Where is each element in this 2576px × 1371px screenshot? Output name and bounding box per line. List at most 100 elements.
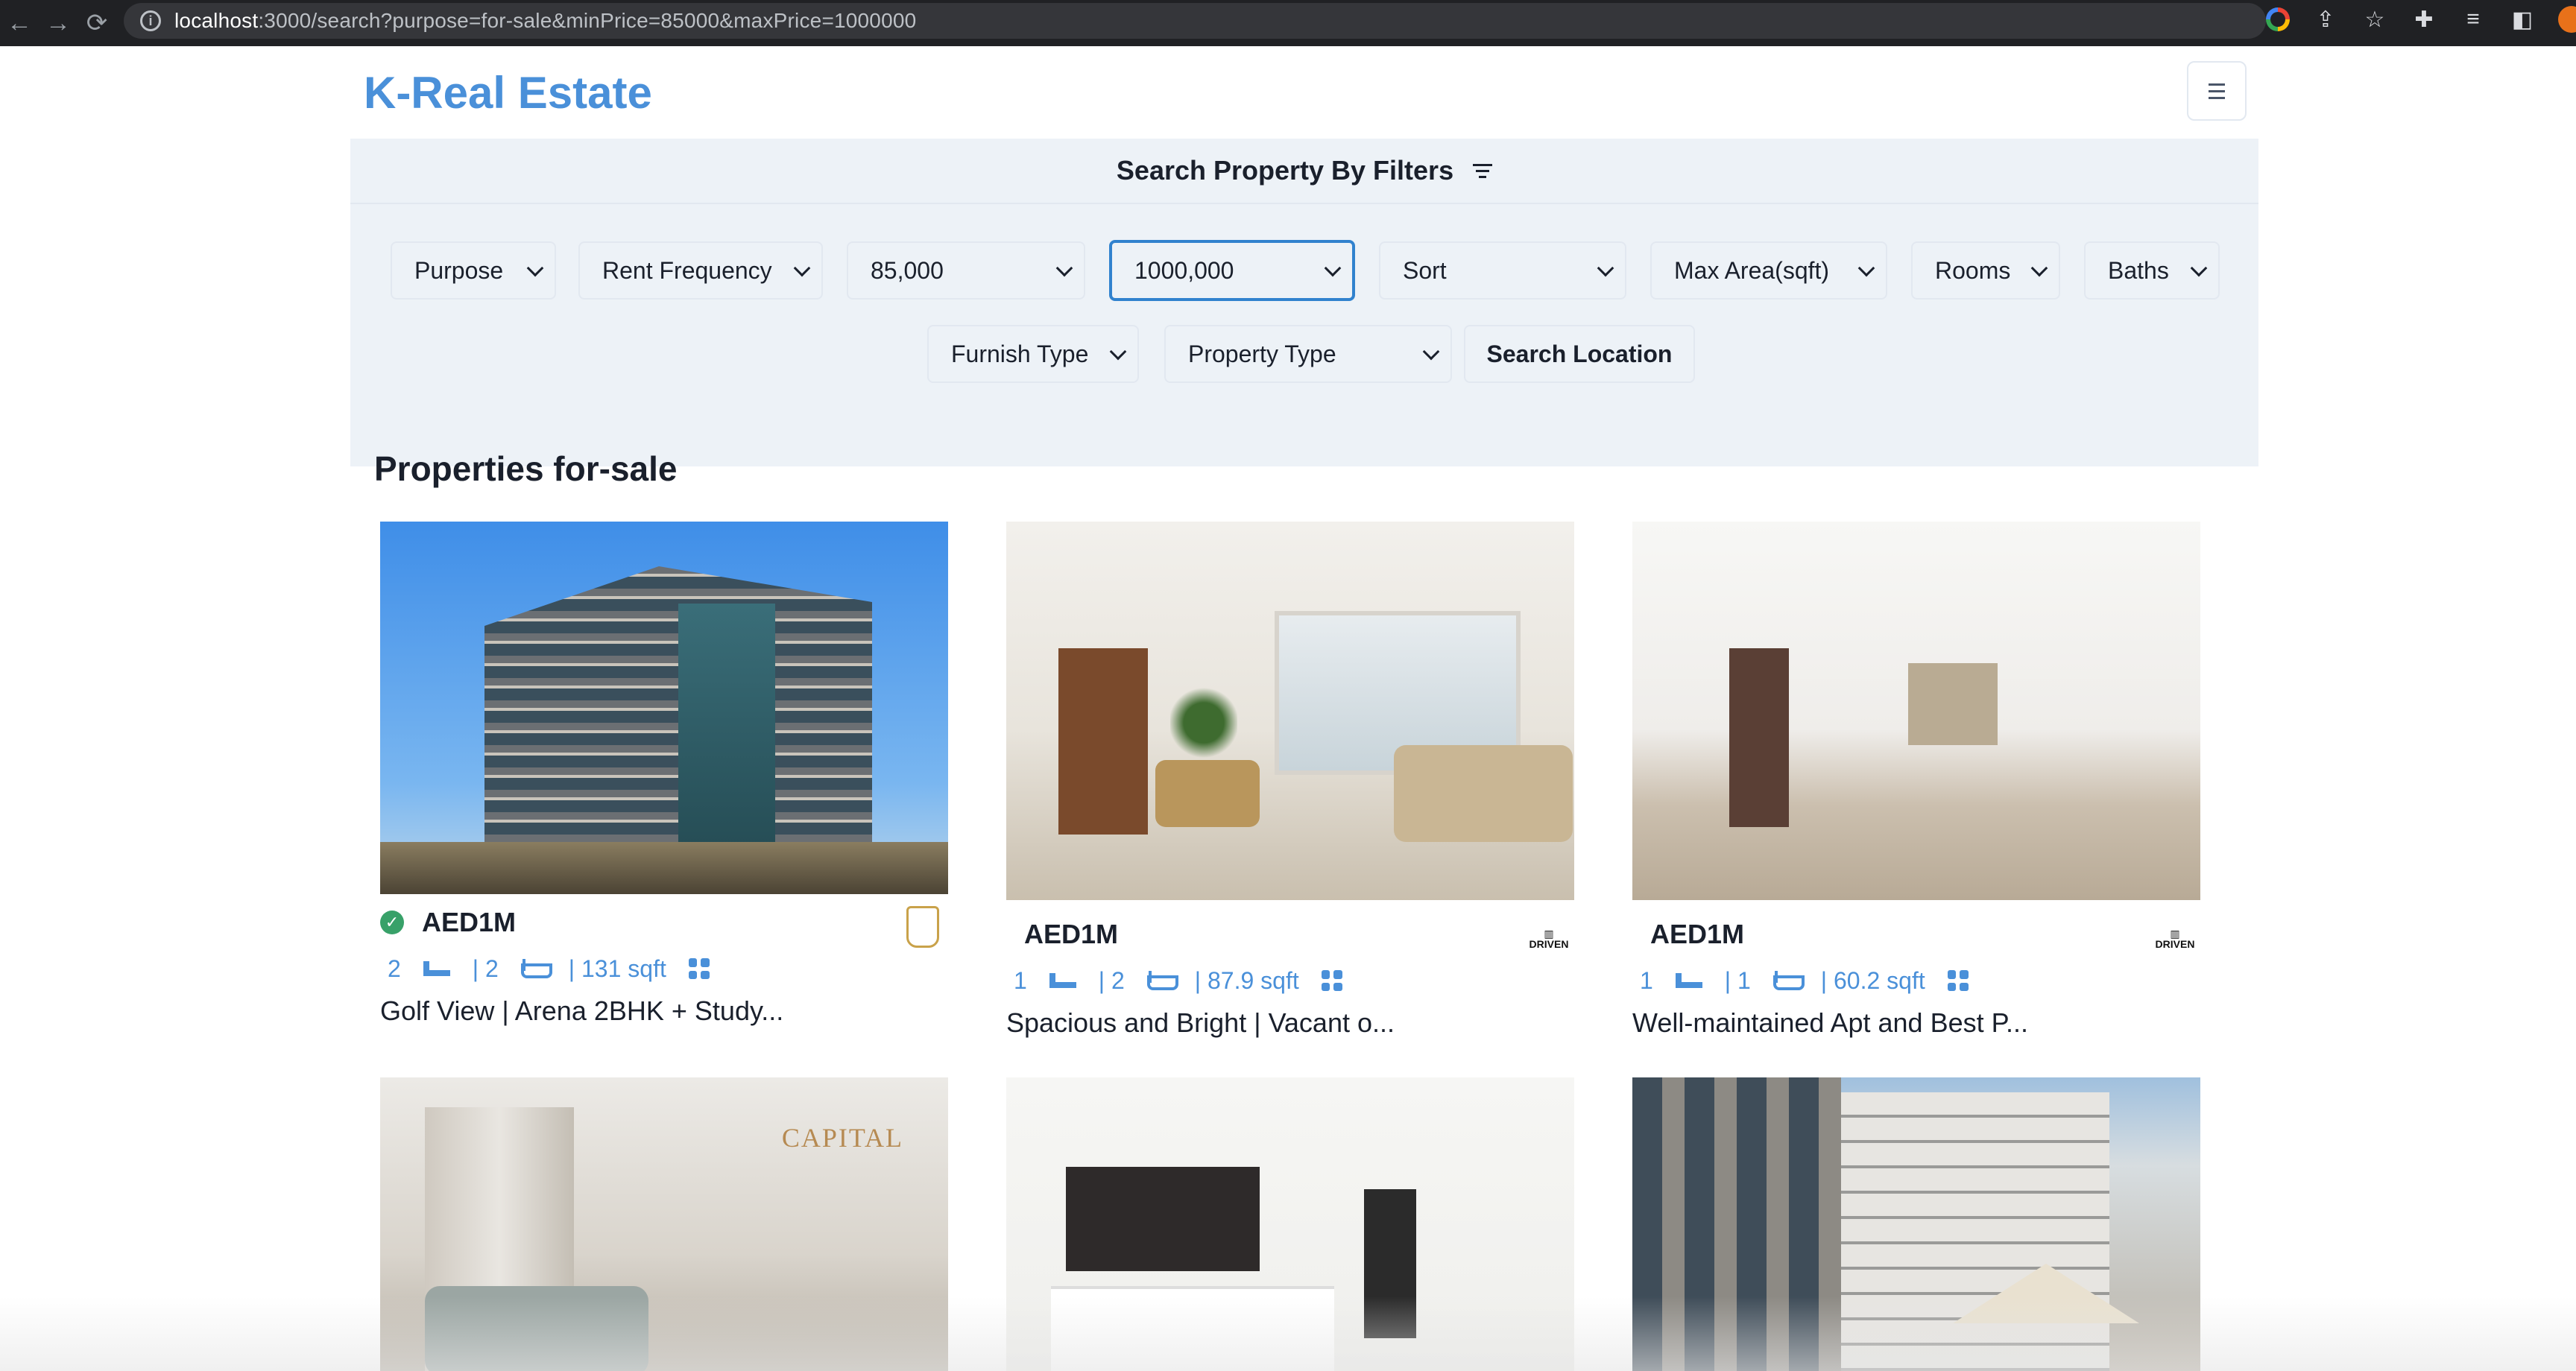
share-icon[interactable]: ⇪ [2312, 6, 2339, 33]
property-title[interactable]: Well-maintained Apt and Best P... [1632, 1007, 2200, 1039]
url-path: :3000/search?purpose=for-sale&minPrice=8… [258, 9, 917, 32]
furnish-type-select[interactable]: Furnish Type [927, 325, 1139, 383]
max-price-value: 1000,000 [1134, 256, 1234, 284]
agency-logo[interactable]: ▥ DRIVEN [2153, 916, 2197, 961]
sofa-shape [1394, 745, 1573, 842]
bath-icon [520, 959, 552, 978]
back-icon[interactable]: ← [0, 9, 39, 38]
reading-list-icon[interactable]: ≡ [2460, 6, 2487, 33]
min-price-value: 85,000 [871, 256, 944, 284]
area: | 87.9 sqft [1194, 966, 1299, 994]
price: AED1M [1650, 919, 1745, 949]
chevron-down-icon [1109, 343, 1127, 361]
section-title: Properties for-sale [374, 449, 678, 488]
price: AED1M [422, 907, 517, 937]
side-panel-icon[interactable]: ◧ [2509, 6, 2536, 33]
hamburger-icon-line [2209, 89, 2225, 92]
rent-frequency-select[interactable]: Rent Frequency [578, 241, 823, 300]
bed-icon [1049, 973, 1076, 988]
hamburger-icon [2209, 83, 2225, 86]
hamburger-menu-button[interactable] [2187, 61, 2247, 121]
door-shape [1058, 648, 1148, 835]
hamburger-icon-line [2209, 96, 2225, 99]
chevron-down-icon [1055, 259, 1073, 277]
site-logo[interactable]: K-Real Estate [364, 67, 652, 118]
property-image[interactable] [380, 522, 948, 894]
area: | 60.2 sqft [1820, 966, 1925, 994]
rooms-count: 1 [1640, 966, 1653, 994]
rooms-count: 1 [1014, 966, 1027, 994]
filter-icon-line [1476, 169, 1490, 172]
area: | 131 sqft [568, 954, 666, 982]
agency-logo[interactable] [900, 905, 945, 949]
property-card[interactable]: AED1M ▥ DRIVEN 1 | 1 | 60.2 sqft Well-mai… [1632, 522, 2200, 1039]
filters-title-text: Search Property By Filters [1116, 155, 1454, 186]
area-grid-icon [688, 958, 710, 979]
grid-cell [688, 970, 698, 979]
url-text[interactable]: localhost:3000/search?purpose=for-sale&m… [174, 9, 916, 33]
grid-cell [1947, 982, 1957, 991]
property-title[interactable]: Spacious and Bright | Vacant o... [1006, 1007, 1574, 1039]
rooms-select[interactable]: Rooms [1911, 241, 2060, 300]
info-icon[interactable]: i [140, 10, 161, 31]
max-area-value: Max Area(sqft) [1674, 256, 1830, 284]
property-image[interactable] [1632, 522, 2200, 900]
search-location-button[interactable]: Search Location [1464, 325, 1695, 383]
grid-cell [1333, 982, 1342, 991]
reload-icon[interactable]: ⟳ [78, 8, 116, 38]
sort-select[interactable]: Sort [1379, 241, 1626, 300]
verified-check-icon: ✓ [380, 911, 404, 934]
driven-logo-icon: ▥ DRIVEN [1529, 928, 1569, 950]
price-row: AED1M ▥ DRIVEN [1632, 918, 2200, 951]
stats-row: 1 | 2 | 87.9 sqft [1006, 966, 1574, 995]
furnish-type-value: Furnish Type [951, 340, 1089, 367]
grid-cell [1321, 970, 1330, 979]
price: AED1M [1024, 919, 1119, 949]
grid-cell [1960, 970, 1969, 979]
chevron-down-icon [1857, 259, 1875, 277]
property-type-select[interactable]: Property Type [1164, 325, 1452, 383]
browser-actions: ⇪ ☆ ✚ ≡ ◧ [2266, 6, 2576, 33]
stats-row: 1 | 1 | 60.2 sqft [1632, 966, 2200, 995]
rent-frequency-value: Rent Frequency [602, 256, 772, 284]
baths-count: | 2 [472, 954, 499, 982]
rooms-count: 2 [388, 954, 401, 982]
filter-icon [1473, 163, 1493, 178]
bottom-shadow [0, 1296, 2576, 1371]
bath-icon [1772, 971, 1805, 990]
price-row: ✓ AED1M [380, 906, 948, 948]
forward-icon[interactable]: → [39, 9, 78, 38]
bookmark-star-icon[interactable]: ☆ [2361, 6, 2388, 33]
property-card[interactable]: ✓ AED1M 2 | 2 | 131 sqft Golf View | Are… [380, 522, 948, 1027]
property-image[interactable] [1006, 522, 1574, 900]
grid-cell [701, 970, 710, 979]
filter-icon-line [1479, 175, 1487, 178]
property-card[interactable]: AED1M ▥ DRIVEN 1 | 2 | 87.9 sqft Spacious… [1006, 522, 1574, 1039]
ground-shape [380, 842, 948, 894]
chevron-down-icon [1324, 259, 1342, 277]
google-icon[interactable] [2266, 7, 2290, 31]
baths-count: | 2 [1098, 966, 1125, 994]
min-price-select[interactable]: 85,000 [847, 241, 1085, 300]
property-title[interactable]: Golf View | Arena 2BHK + Study... [380, 995, 948, 1027]
chevron-down-icon [2190, 259, 2208, 277]
url-host: localhost [174, 9, 259, 32]
browser-toolbar: ← → ⟳ i localhost:3000/search?purpose=fo… [0, 0, 2576, 46]
baths-count: | 1 [1724, 966, 1751, 994]
profile-avatar[interactable] [2558, 6, 2576, 33]
filters-title[interactable]: Search Property By Filters [350, 139, 2258, 204]
agency-logo[interactable]: ▥ DRIVEN [1527, 916, 1571, 961]
extensions-icon[interactable]: ✚ [2411, 6, 2437, 33]
agency-crest-icon [906, 906, 939, 948]
grid-cell [1321, 982, 1330, 991]
purpose-select[interactable]: Purpose [391, 241, 556, 300]
baths-select[interactable]: Baths [2084, 241, 2220, 300]
max-price-select[interactable]: 1000,000 [1109, 240, 1355, 301]
chevron-down-icon [1597, 259, 1614, 277]
cabinets-shape [1066, 1167, 1260, 1271]
building-glass-shape [678, 604, 775, 872]
rooms-value: Rooms [1935, 256, 2011, 284]
address-bar[interactable]: i localhost:3000/search?purpose=for-sale… [124, 3, 2266, 39]
grid-cell [1947, 970, 1957, 979]
max-area-select[interactable]: Max Area(sqft) [1650, 241, 1887, 300]
